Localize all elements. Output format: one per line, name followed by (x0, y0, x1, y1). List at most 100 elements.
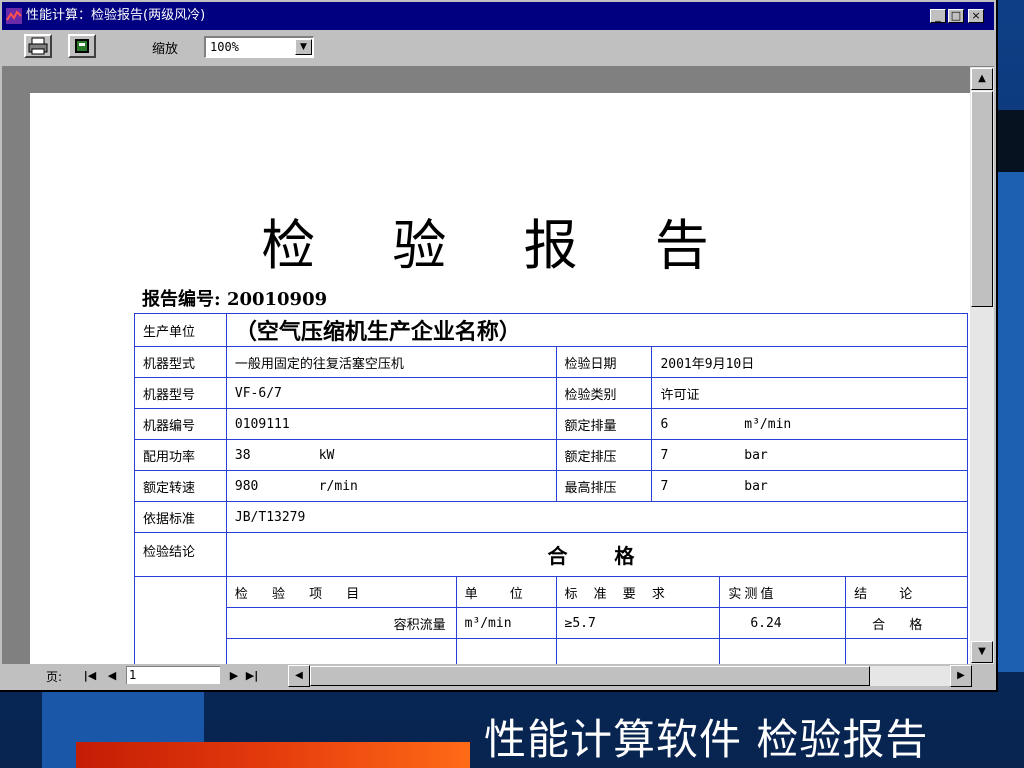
page-label: 页: (46, 670, 63, 684)
power-cell: 38 kW (225, 439, 557, 471)
report-viewport[interactable]: 检 验 报 告 报告编号: 20010909 生产单位 （空气压缩机生产企业名称… (2, 67, 970, 664)
items-header-item: 检 验 项 目 (225, 576, 457, 608)
model-value: VF-6/7 (225, 377, 557, 409)
item-measured: 6.24 (719, 607, 847, 639)
maximize-button[interactable]: □ (948, 9, 964, 23)
report-table: 生产单位 （空气压缩机生产企业名称） 机器型式 一般用固定的往复活塞空压机 检验… (134, 313, 969, 664)
items-header-measured: 实测值 (719, 576, 847, 608)
type-label: 机器型式 (134, 346, 227, 378)
producer-label: 生产单位 (134, 313, 227, 347)
close-button[interactable]: × (968, 9, 984, 23)
horizontal-scrollbar[interactable]: ◀ ▶ (288, 665, 972, 687)
slide-decoration-dark (998, 110, 1024, 172)
conclusion-label: 检验结论 (134, 532, 227, 577)
toolbar: 缩放 100% ▼ (2, 30, 994, 67)
minimize-button[interactable]: _ (930, 9, 946, 23)
standard-value: JB/T13279 (225, 501, 969, 533)
rated-pressure-label: 额定排压 (555, 439, 653, 471)
category-label: 检验类别 (555, 377, 653, 409)
prev-page-icon[interactable]: ◀ (104, 667, 120, 685)
rated-flow-label: 额定排量 (555, 408, 653, 440)
print-button[interactable] (24, 34, 52, 58)
max-pressure-cell: 7 bar (651, 470, 968, 502)
speed-label: 额定转速 (134, 470, 227, 502)
report-number-value: 20010909 (226, 289, 328, 310)
page-number-input[interactable]: 1 (126, 666, 220, 684)
table-row: 额定转速 980 r/min 最高排压 7 bar (134, 470, 968, 502)
printer-icon (28, 37, 48, 55)
items-header-unit: 单 位 (455, 576, 557, 608)
vertical-scroll-thumb[interactable] (971, 91, 993, 307)
zoom-label: 缩放 (152, 42, 179, 57)
status-bar: 页: |◀ ◀ 1 ▶ ▶| ◀ ▶ (2, 664, 994, 688)
rated-pressure-value: 7 (660, 447, 669, 463)
empty-cell (555, 638, 721, 664)
first-page-icon[interactable]: |◀ (82, 667, 98, 685)
type-value: 一般用固定的往复活塞空压机 (225, 346, 557, 378)
table-row: 生产单位 （空气压缩机生产企业名称） (134, 313, 969, 347)
max-pressure-value: 7 (660, 478, 669, 494)
next-page-icon[interactable]: ▶ (226, 667, 242, 685)
report-title: 检 验 报 告 (261, 214, 739, 277)
slide-decoration-blue (998, 172, 1024, 672)
last-page-icon[interactable]: ▶| (244, 667, 260, 685)
max-pressure-label: 最高排压 (555, 470, 653, 502)
category-value: 许可证 (651, 377, 968, 409)
title-bar[interactable]: 性能计算：检验报告(两级风冷) _ □ × (2, 2, 994, 30)
rated-pressure-cell: 7 bar (651, 439, 968, 471)
table-row (135, 638, 968, 664)
rated-flow-unit: m³/min (744, 416, 792, 432)
date-value: 2001年9月10日 (651, 346, 968, 378)
items-header-row: 检 验 项 目 单 位 标 准 要 求 实测值 结 论 (134, 576, 968, 664)
empty-cell (719, 638, 847, 664)
chevron-down-icon[interactable]: ▼ (295, 39, 312, 55)
slide-caption: 性能计算软件 检验报告 (484, 715, 929, 764)
model-label: 机器型号 (134, 377, 227, 409)
conclusion-value: 合 格 (225, 532, 969, 577)
date-label: 检验日期 (555, 346, 653, 378)
empty-cell (225, 638, 457, 664)
standard-label: 依据标准 (134, 501, 227, 533)
window-title: 性能计算：检验报告(两级风冷) (26, 8, 206, 23)
report-number: 报告编号: 20010909 (142, 285, 327, 311)
table-row: 容积流量 m³/min ≥5.7 6.24 合 格 (135, 607, 968, 639)
table-row: 机器编号 0109111 额定排量 6 m³/min (134, 408, 968, 440)
rated-flow-cell: 6 m³/min (651, 408, 968, 440)
scroll-up-icon[interactable]: ▲ (971, 68, 993, 90)
empty-cell (845, 638, 968, 664)
speed-value: 980 (234, 478, 259, 494)
report-page: 检 验 报 告 报告编号: 20010909 生产单位 （空气压缩机生产企业名称… (30, 93, 970, 664)
app-chart-icon (6, 8, 22, 24)
table-row: 检验结论 合 格 (134, 532, 969, 577)
rated-flow-value: 6 (660, 416, 669, 432)
item-name: 容积流量 (225, 607, 457, 639)
slide-decoration-red-bar (76, 742, 470, 768)
items-blank-cell (134, 576, 227, 664)
export-button[interactable] (68, 34, 96, 58)
vertical-scrollbar[interactable]: ▲ ▼ (970, 67, 994, 664)
zoom-dropdown[interactable]: 100% ▼ (204, 36, 314, 58)
zoom-value: 100% (210, 40, 239, 54)
rated-pressure-unit: bar (744, 447, 768, 463)
report-number-label: 报告编号: (142, 289, 221, 310)
export-icon (75, 39, 89, 53)
horizontal-scroll-thumb[interactable] (310, 666, 870, 686)
scroll-right-icon[interactable]: ▶ (950, 665, 972, 687)
power-label: 配用功率 (134, 439, 227, 471)
item-requirement: ≥5.7 (555, 607, 721, 639)
empty-cell (455, 638, 557, 664)
items-header-result: 结 论 (845, 576, 968, 608)
report-window: 性能计算：检验报告(两级风冷) _ □ × 缩放 100% ▼ 检 验 报 告 … (0, 0, 998, 692)
table-row: 配用功率 38 kW 额定排压 7 bar (134, 439, 968, 471)
scroll-left-icon[interactable]: ◀ (288, 665, 310, 687)
table-row: 机器型式 一般用固定的往复活塞空压机 检验日期 2001年9月10日 (134, 346, 968, 378)
serial-label: 机器编号 (134, 408, 227, 440)
item-unit: m³/min (455, 607, 557, 639)
scroll-down-icon[interactable]: ▼ (971, 641, 993, 663)
speed-cell: 980 r/min (225, 470, 557, 502)
power-value: 38 (234, 447, 251, 463)
items-header-requirement: 标 准 要 求 (555, 576, 721, 608)
producer-value: （空气压缩机生产企业名称） (225, 313, 969, 347)
speed-unit: r/min (318, 478, 358, 494)
table-row: 依据标准 JB/T13279 (134, 501, 969, 533)
